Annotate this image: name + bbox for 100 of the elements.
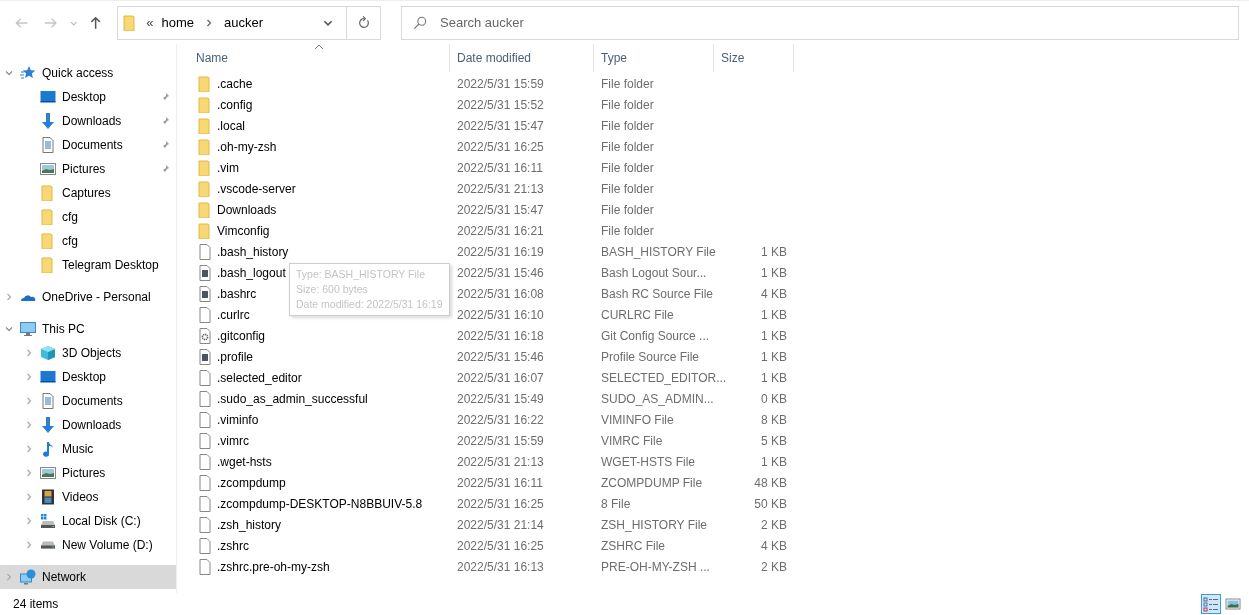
drive-icon: [40, 513, 56, 529]
chevron-right-icon[interactable]: [24, 540, 34, 550]
type-cell: Git Config Source ...: [601, 328, 710, 343]
date-cell: 2022/5/31 15:46: [457, 265, 544, 280]
breadcrumb[interactable]: home: [161, 15, 195, 30]
file-name[interactable]: .wget-hsts: [217, 454, 272, 469]
nav-item[interactable]: Downloads: [0, 109, 176, 133]
chevron-right-icon[interactable]: [4, 572, 14, 582]
file-name[interactable]: .cache: [217, 76, 253, 91]
file-name[interactable]: .bash_logout: [217, 265, 286, 280]
size-cell: 1 KB: [761, 454, 787, 469]
size-cell: 1 KB: [761, 307, 787, 322]
address-bar[interactable]: « home aucker: [117, 5, 381, 40]
nav-item[interactable]: OneDrive - Personal: [0, 285, 176, 309]
nav-item[interactable]: cfg: [0, 205, 176, 229]
file-name[interactable]: Downloads: [217, 202, 277, 217]
nav-item[interactable]: Captures: [0, 181, 176, 205]
column-header[interactable]: Name: [189, 44, 450, 72]
folder-icon: [40, 185, 56, 201]
nav-item[interactable]: Videos: [0, 485, 176, 509]
chevron-right-icon[interactable]: [24, 468, 34, 478]
file-icon: [197, 537, 213, 554]
nav-item[interactable]: Desktop: [0, 365, 176, 389]
file-name[interactable]: .viminfo: [217, 412, 259, 427]
file-icon: [197, 411, 213, 428]
chevron-right-icon[interactable]: [24, 348, 34, 358]
nav-item[interactable]: This PC: [0, 317, 176, 341]
type-cell: VIMRC File: [601, 433, 663, 448]
nav-item[interactable]: Telegram Desktop: [0, 253, 176, 277]
file-name[interactable]: .vimrc: [217, 433, 249, 448]
chevron-right-icon[interactable]: [24, 372, 34, 382]
file-name[interactable]: .bashrc: [217, 286, 257, 301]
date-cell: 2022/5/31 16:22: [457, 412, 544, 427]
chevron-right-icon[interactable]: [24, 516, 34, 526]
view-button[interactable]: [1201, 594, 1221, 614]
file-name[interactable]: .vim: [217, 160, 239, 175]
down-arrow-icon: [40, 417, 56, 433]
date-cell: 2022/5/31 21:13: [457, 454, 544, 469]
date-cell: 2022/5/31 16:08: [457, 286, 544, 301]
nav-item[interactable]: New Volume (D:): [0, 533, 176, 557]
picture-icon: [40, 161, 56, 177]
nav-item[interactable]: Quick access: [0, 61, 176, 85]
type-cell: PRE-OH-MY-ZSH ...: [601, 559, 710, 574]
settings-file-icon: [197, 327, 213, 344]
type-cell: File folder: [601, 202, 654, 217]
nav-item[interactable]: Documents: [0, 389, 176, 413]
chevron-down-icon[interactable]: [4, 68, 14, 78]
file-name[interactable]: .zcompdump: [217, 475, 286, 490]
nav-item[interactable]: Documents: [0, 133, 176, 157]
column-header[interactable]: Type: [594, 44, 714, 72]
file-icon: [197, 369, 213, 386]
nav-item[interactable]: Network: [0, 565, 176, 589]
column-header[interactable]: Size: [714, 44, 794, 72]
details-view-icon: [1203, 596, 1219, 612]
nav-item[interactable]: Downloads: [0, 413, 176, 437]
file-name[interactable]: .oh-my-zsh: [217, 139, 277, 154]
document-icon: [40, 137, 56, 153]
tooltip-line: Type: BASH_HISTORY File: [296, 267, 426, 282]
file-name[interactable]: .zsh_history: [217, 517, 282, 532]
nav-item[interactable]: Local Disk (C:): [0, 509, 176, 533]
chevron-right-icon[interactable]: [24, 396, 34, 406]
file-icon: [197, 453, 213, 470]
file-icon: [197, 306, 213, 323]
nav-item[interactable]: Pictures: [0, 157, 176, 181]
file-name[interactable]: .zshrc.pre-oh-my-zsh: [217, 559, 330, 574]
nav-item[interactable]: Music: [0, 437, 176, 461]
nav-item[interactable]: 3D Objects: [0, 341, 176, 365]
date-cell: 2022/5/31 16:25: [457, 139, 544, 154]
overflow-crumb[interactable]: «: [144, 15, 156, 30]
file-name[interactable]: .config: [217, 97, 253, 112]
file-name[interactable]: .zcompdump-DESKTOP-N8BBUIV-5.8: [217, 496, 423, 511]
file-name[interactable]: .sudo_as_admin_successful: [217, 391, 368, 406]
date-cell: 2022/5/31 16:10: [457, 307, 544, 322]
nav-item[interactable]: cfg: [0, 229, 176, 253]
chevron-right-icon[interactable]: [24, 420, 34, 430]
file-icon: [197, 474, 213, 491]
nav-item[interactable]: Desktop: [0, 85, 176, 109]
type-cell: ZSHRC File: [601, 538, 665, 553]
type-cell: Profile Source File: [601, 349, 700, 364]
file-name[interactable]: .gitconfig: [217, 328, 266, 343]
breadcrumb[interactable]: aucker: [224, 15, 264, 30]
search-field[interactable]: Search aucker: [401, 5, 1239, 40]
chevron-right-icon[interactable]: [4, 292, 14, 302]
file-name[interactable]: .profile: [217, 349, 254, 364]
size-cell: 1 KB: [761, 328, 787, 343]
file-name[interactable]: .selected_editor: [217, 370, 302, 385]
chevron-down-icon[interactable]: [4, 324, 14, 334]
file-name[interactable]: .bash_history: [217, 244, 289, 259]
chevron-right-icon[interactable]: [24, 444, 34, 454]
file-name[interactable]: .curlrc: [217, 307, 250, 322]
file-name[interactable]: .local: [217, 118, 245, 133]
size-cell: 1 KB: [761, 349, 787, 364]
nav-item[interactable]: Pictures: [0, 461, 176, 485]
file-name[interactable]: .vscode-server: [217, 181, 296, 196]
column-header[interactable]: Date modified: [450, 44, 594, 72]
file-name[interactable]: .zshrc: [217, 538, 249, 553]
chevron-right-icon[interactable]: [24, 492, 34, 502]
date-cell: 2022/5/31 16:25: [457, 496, 544, 511]
file-name[interactable]: Vimconfig: [217, 223, 270, 238]
size-cell: 1 KB: [761, 370, 787, 385]
